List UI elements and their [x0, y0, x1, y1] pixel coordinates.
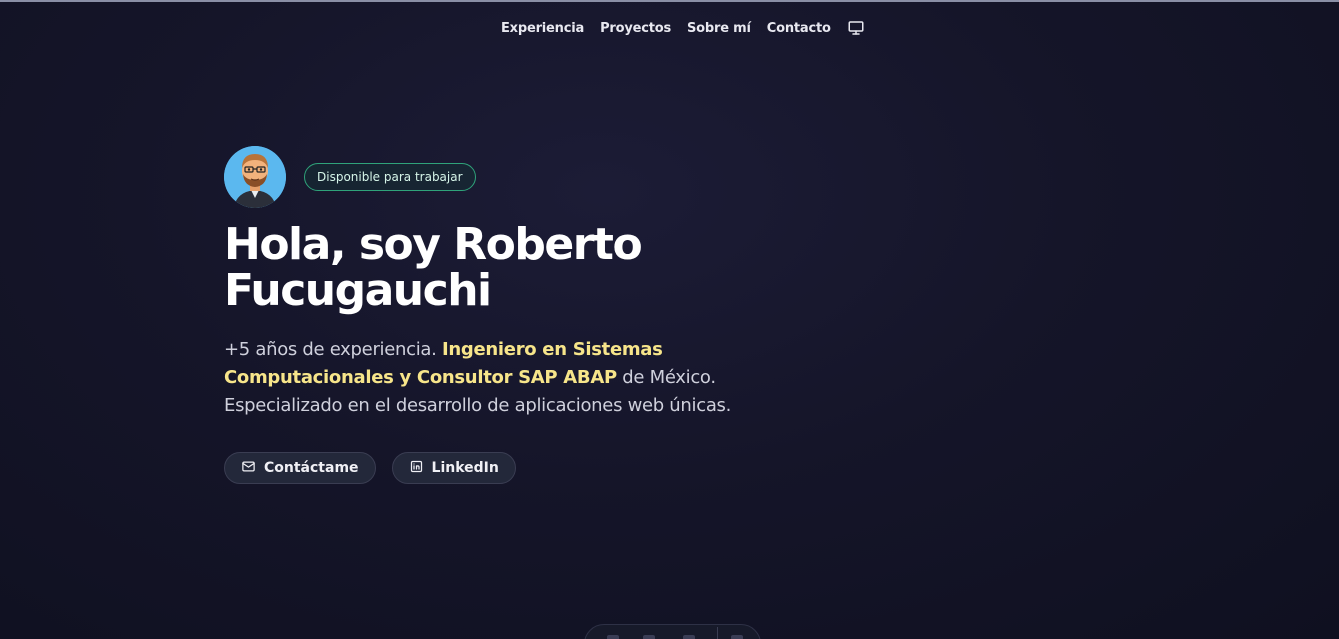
linkedin-button[interactable]: LinkedIn: [391, 452, 516, 484]
mail-icon: [241, 459, 256, 478]
dock-icon[interactable]: [683, 635, 695, 639]
hero-section: Disponible para trabajar Hola, soy Rober…: [224, 146, 804, 484]
monitor-icon[interactable]: [847, 19, 865, 37]
dock-icon[interactable]: [731, 635, 743, 639]
nav-proyectos[interactable]: Proyectos: [600, 21, 671, 36]
avatar: [224, 146, 286, 208]
linkedin-button-label: LinkedIn: [431, 460, 499, 476]
dock-icon[interactable]: [643, 635, 655, 639]
hero-header: Disponible para trabajar: [224, 146, 804, 208]
status-badge: Disponible para trabajar: [304, 163, 476, 191]
linkedin-icon: [409, 459, 424, 478]
hero-buttons: Contáctame LinkedIn: [224, 452, 804, 484]
page-title: Hola, soy Roberto Fucugauchi: [224, 219, 643, 316]
nav-experiencia[interactable]: Experiencia: [501, 21, 584, 36]
contact-button-label: Contáctame: [264, 460, 359, 476]
bottom-dock[interactable]: [584, 624, 761, 639]
nav-contacto[interactable]: Contacto: [767, 21, 831, 36]
nav-sobre-mi[interactable]: Sobre mí: [687, 21, 751, 36]
dock-divider: [717, 627, 718, 639]
dock-icon[interactable]: [607, 635, 619, 639]
main-nav: Experiencia Proyectos Sobre mí Contacto: [501, 19, 865, 37]
intro-prefix: +5 años de experiencia.: [224, 339, 442, 360]
intro-text: +5 años de experiencia. Ingeniero en Sis…: [224, 336, 784, 420]
page: Experiencia Proyectos Sobre mí Contacto: [0, 0, 1339, 639]
top-border: [0, 0, 1339, 2]
contact-button[interactable]: Contáctame: [224, 452, 376, 484]
